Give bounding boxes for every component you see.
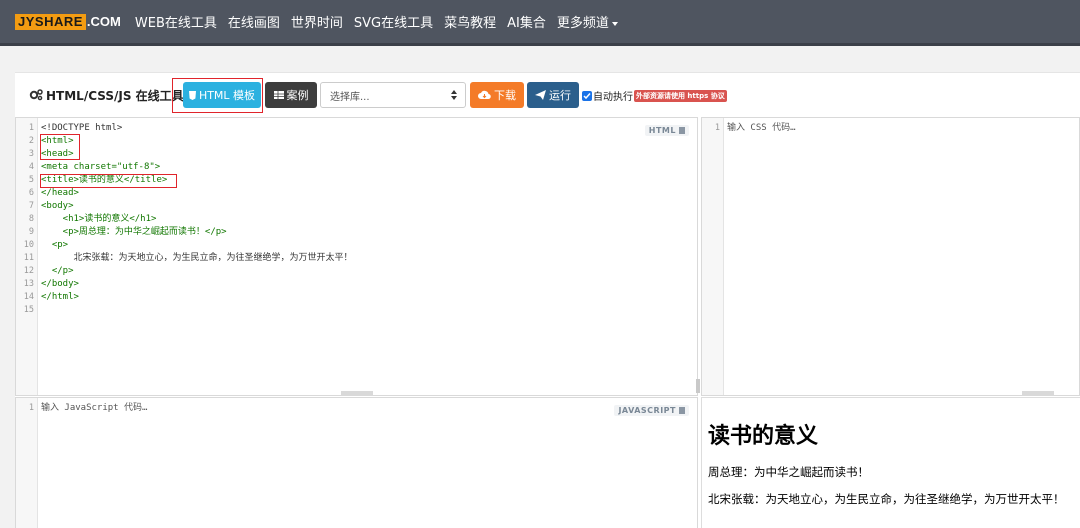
line-number: 5 xyxy=(28,175,34,185)
nav-link-drawing[interactable]: 在线画图 xyxy=(228,12,280,31)
download-label: 下载 xyxy=(494,89,516,102)
trash-icon[interactable] xyxy=(679,407,685,414)
nav-link-tutorials[interactable]: 菜鸟教程 xyxy=(444,12,496,31)
nav-link-world-time[interactable]: 世界时间 xyxy=(291,12,343,31)
nav-link-svg-tools[interactable]: SVG在线工具 xyxy=(354,12,433,31)
logo-domain: .COM xyxy=(86,14,121,29)
preview-heading: 读书的意义 xyxy=(708,424,819,449)
line-number: 13 xyxy=(23,279,34,289)
code-line: 北宋张载：为天地立心，为生民立命，为往圣继绝学，为万世开太平！ xyxy=(41,253,353,263)
preview-paragraph: 北宋张载：为天地立心，为生民立命，为往圣继绝学，为万世开太平！ xyxy=(708,492,1065,506)
line-number: 7 xyxy=(28,201,34,211)
result-preview: 读书的意义 周总理：为中华之崛起而读书！ 北宋张载：为天地立心，为生民立命，为往… xyxy=(701,397,1080,528)
code-line: <p> xyxy=(41,240,69,250)
line-number: 8 xyxy=(28,214,34,224)
code-line: <body> xyxy=(41,201,74,211)
html-editor-label: HTML xyxy=(644,125,689,136)
js-placeholder: 输入 JavaScript 代码… xyxy=(41,403,148,413)
code-line: </head> xyxy=(41,188,79,198)
js-editor-label-text: JAVASCRIPT xyxy=(618,406,676,415)
auto-run-checkbox[interactable] xyxy=(582,90,592,101)
template-highlight-box xyxy=(172,78,263,113)
site-logo[interactable]: JYSHARE .COM xyxy=(15,13,121,30)
code-line: <meta charset="utf-8"> xyxy=(41,162,161,172)
line-number: 11 xyxy=(23,253,34,263)
library-select-value: 选择库... xyxy=(330,91,370,103)
check-icon xyxy=(583,92,591,99)
js-editor[interactable]: 1 输入 JavaScript 代码… JAVASCRIPT xyxy=(15,397,698,528)
logo-mark: JYSHARE xyxy=(15,13,86,30)
code-line: <p>周总理：为中华之崛起而读书！</p> xyxy=(41,227,227,237)
library-select[interactable]: 选择库... xyxy=(320,82,466,108)
css-code: 输入 CSS 代码… xyxy=(727,122,1079,135)
tool-panel: HTML/CSS/JS 在线工具 HTML 模板 案例 选择库... 下载 运行… xyxy=(15,72,1080,528)
tool-title: HTML/CSS/JS 在线工具 xyxy=(29,87,184,104)
preview-paragraph: 周总理：为中华之崛起而读书！ xyxy=(708,465,869,479)
line-number: 1 xyxy=(28,403,34,413)
example-button[interactable]: 案例 xyxy=(265,82,317,108)
run-label: 运行 xyxy=(549,89,571,102)
example-label: 案例 xyxy=(286,89,309,102)
line-number: 15 xyxy=(23,305,34,315)
send-icon xyxy=(535,90,546,100)
js-editor-label: JAVASCRIPT xyxy=(614,405,689,416)
auto-run-toggle[interactable]: 自动执行 外部资源请使用 https 协议 xyxy=(582,88,727,103)
html-editor-resize-handle[interactable] xyxy=(341,391,373,395)
tool-title-text: HTML/CSS/JS 在线工具 xyxy=(46,88,184,103)
trash-icon[interactable] xyxy=(679,127,685,134)
css-editor-gutter: 1 xyxy=(702,118,724,395)
gears-icon xyxy=(29,89,43,101)
cloud-download-icon xyxy=(478,90,491,100)
nav-links: WEB在线工具 在线画图 世界时间 SVG在线工具 菜鸟教程 AI集合 更多频道 xyxy=(135,12,629,31)
nav-link-more-channels[interactable]: 更多频道 xyxy=(557,12,618,31)
line-number: 2 xyxy=(28,136,34,146)
line-number: 6 xyxy=(28,188,34,198)
code-line: </p> xyxy=(41,266,74,276)
code-line: <html> xyxy=(41,136,74,146)
https-notice-badge: 外部资源请使用 https 协议 xyxy=(634,89,727,102)
auto-run-label: 自动执行 xyxy=(593,92,633,103)
code-line: <!DOCTYPE html> xyxy=(41,123,123,133)
code-line: </body> xyxy=(41,279,79,289)
line-number: 12 xyxy=(23,266,34,276)
line-number: 10 xyxy=(23,240,34,250)
editor-splitter[interactable] xyxy=(696,379,700,393)
code-line: </html> xyxy=(41,292,79,302)
js-editor-gutter: 1 xyxy=(16,398,38,528)
line-number: 14 xyxy=(23,292,34,302)
js-code: 输入 JavaScript 代码… xyxy=(41,402,697,415)
html-code: <!DOCTYPE html> <html> <head> <meta char… xyxy=(41,122,697,317)
css-placeholder: 输入 CSS 代码… xyxy=(727,123,796,133)
run-button[interactable]: 运行 xyxy=(527,82,579,108)
line-number: 1 xyxy=(714,123,720,133)
nav-link-web-tools[interactable]: WEB在线工具 xyxy=(135,12,217,31)
line-number: 3 xyxy=(28,149,34,159)
nav-link-ai[interactable]: AI集合 xyxy=(507,12,546,31)
title-highlight-box xyxy=(40,174,177,188)
html-editor-label-text: HTML xyxy=(648,126,676,135)
html-head-highlight-box xyxy=(40,134,80,160)
select-arrows-icon xyxy=(451,90,457,100)
css-editor-resize-handle[interactable] xyxy=(1022,391,1054,395)
table-icon xyxy=(273,91,284,99)
line-number: 9 xyxy=(28,227,34,237)
html-editor[interactable]: 1 2 3 4 5 6 7 8 9 10 11 12 13 14 15 <!DO… xyxy=(15,117,698,396)
code-line: <h1>读书的意义</h1> xyxy=(41,214,157,224)
download-button[interactable]: 下载 xyxy=(470,82,524,108)
line-number: 1 xyxy=(28,123,34,133)
top-nav: JYSHARE .COM WEB在线工具 在线画图 世界时间 SVG在线工具 菜… xyxy=(0,0,1080,46)
html-editor-gutter: 1 2 3 4 5 6 7 8 9 10 11 12 13 14 15 xyxy=(16,118,38,395)
line-number: 4 xyxy=(28,162,34,172)
code-line: <head> xyxy=(41,149,74,159)
css-editor[interactable]: 1 输入 CSS 代码… xyxy=(701,117,1080,396)
